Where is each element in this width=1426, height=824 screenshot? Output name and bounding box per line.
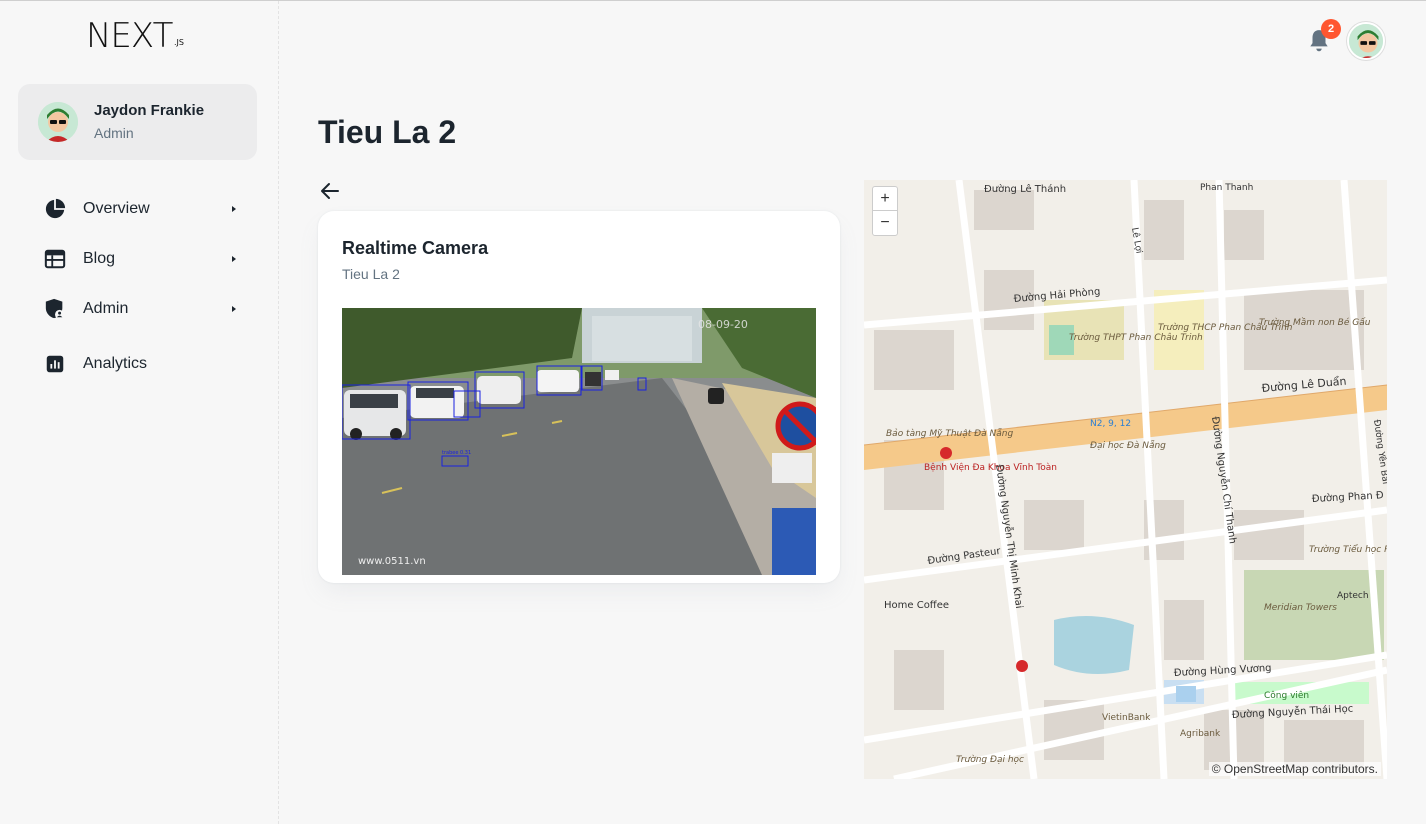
nav-item-admin[interactable]: Admin (40, 289, 250, 329)
map-zoom-control: + − (872, 186, 898, 236)
zoom-out-button[interactable]: − (873, 211, 897, 235)
map-label: Aptech (1337, 591, 1369, 601)
camera-watermark: www.0511.vn (358, 556, 426, 567)
pie-chart-icon (40, 194, 70, 224)
nav-item-analytics[interactable]: Analytics (40, 344, 250, 384)
notification-badge: 2 (1321, 19, 1341, 39)
nav-item-blog[interactable]: Blog (40, 239, 250, 279)
chevron-right-icon (232, 306, 236, 312)
map-label: Trường Tiểu học Phù Đổng (1309, 544, 1387, 555)
nav-label: Analytics (83, 355, 148, 372)
user-role: Admin (94, 125, 134, 141)
user-name: Jaydon Frankie (94, 102, 205, 119)
back-arrow-icon[interactable] (318, 179, 342, 203)
map-label: Đường Lê Thánh (984, 183, 1066, 195)
map-label: Đại học Đà Nẵng (1090, 440, 1166, 451)
map-label: Trường Đại học (956, 754, 1024, 765)
analytics-icon (40, 349, 70, 379)
card-title: Realtime Camera (342, 238, 489, 258)
camera-feed[interactable]: trabee 0.31 08-09-20 www.0511.vn (342, 308, 816, 575)
svg-text:NEXT: NEXT (86, 16, 174, 56)
shield-user-icon (40, 294, 70, 324)
nav-item-overview[interactable]: Overview (40, 189, 250, 229)
blog-table-icon (40, 244, 70, 274)
svg-text:.JS: .JS (174, 38, 184, 47)
map-attribution[interactable]: © OpenStreetMap contributors. (1208, 762, 1381, 776)
camera-timestamp: 08-09-20 (698, 318, 748, 331)
nav-label: Admin (83, 300, 129, 317)
map-view[interactable]: Đường Lê Thánh Phan Thanh Đường Hải Phòn… (864, 180, 1387, 779)
map-label: Trường THPT Phan Châu Trinh (1069, 332, 1203, 343)
user-avatar (38, 102, 78, 142)
map-label: Bảo tàng Mỹ Thuật Đà Nẵng (886, 428, 1013, 439)
card-subtitle: Tieu La 2 (342, 266, 400, 282)
chevron-right-icon (232, 256, 236, 262)
map-label: Agribank (1180, 729, 1221, 739)
nav-label: Blog (83, 250, 116, 267)
map-label: Công viên (1264, 690, 1309, 701)
camera-card: Realtime Camera Tieu La 2 trabee 0.31 08… (318, 211, 840, 583)
map-label: VietinBank (1102, 713, 1151, 723)
account-avatar[interactable] (1347, 22, 1385, 60)
nav-label: Overview (83, 200, 150, 217)
map-label: Phan Thanh (1200, 183, 1253, 193)
map-label: N2, 9, 12 (1090, 419, 1131, 429)
nextjs-logo[interactable]: NEXT .JS (86, 13, 196, 59)
map-label: Meridian Towers (1264, 603, 1337, 613)
map-label: Bệnh Viện Đa Khoa Vĩnh Toàn (924, 462, 1057, 473)
map-label: Trường Mầm non Bé Gấu (1259, 317, 1371, 328)
sidebar: NEXT .JS Jaydon Frankie Admin Overview B… (0, 1, 279, 824)
map-label: Home Coffee (884, 600, 949, 611)
user-card[interactable]: Jaydon Frankie Admin (18, 84, 257, 160)
chevron-right-icon (232, 206, 236, 212)
zoom-in-button[interactable]: + (873, 187, 897, 211)
page-title: Tieu La 2 (318, 114, 457, 150)
detection-label: trabee 0.31 (442, 450, 471, 456)
